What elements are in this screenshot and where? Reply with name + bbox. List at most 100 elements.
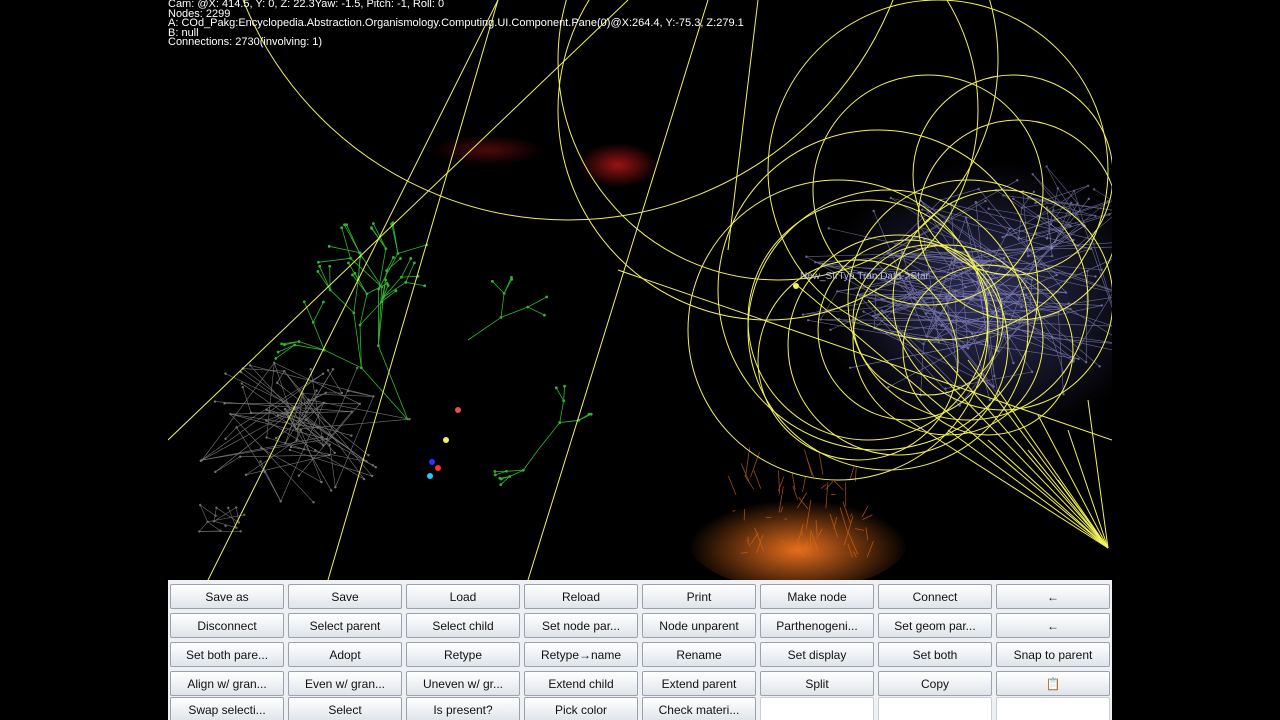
selected-node-marker [427, 473, 433, 479]
graph-node [409, 257, 413, 260]
toolbar-button-reload[interactable]: Reload [524, 584, 638, 609]
graph-scene[interactable] [168, 0, 1112, 580]
graph-node [1030, 370, 1034, 374]
graph-edge [346, 224, 360, 253]
toolbar-button-even-w-gran[interactable]: Even w/ gran... [288, 671, 402, 696]
toolbar-button-save-as[interactable]: Save as [170, 584, 284, 609]
graph-node [829, 328, 832, 331]
graph-node [219, 529, 222, 533]
graph-node [384, 278, 388, 282]
toolbar-button-set-both[interactable]: Set both [878, 642, 992, 667]
graph-node [1034, 201, 1037, 205]
toolbar-button-arrow[interactable]: ← [996, 584, 1110, 609]
toolbar-button-check-materi[interactable]: Check materi... [642, 697, 756, 720]
toolbar-button-snap-to-parent[interactable]: Snap to parent [996, 642, 1110, 667]
graph-edge [213, 507, 217, 522]
graph-node [276, 381, 279, 385]
graph-node [1094, 275, 1097, 278]
graph-node [1024, 293, 1028, 297]
toolbar-button-print[interactable]: Print [642, 584, 756, 609]
graph-node [326, 369, 330, 372]
graph-node [993, 374, 996, 378]
toolbar-button-disconnect[interactable]: Disconnect [170, 613, 284, 638]
graph-edge [745, 447, 751, 478]
graph-node [924, 312, 928, 315]
toolbar-button-set-node-par[interactable]: Set node par... [524, 613, 638, 638]
graph-node [334, 486, 337, 489]
toolbar-button-load[interactable]: Load [406, 584, 520, 609]
toolbar-button-parthenogeni[interactable]: Parthenogeni... [760, 613, 874, 638]
graph-node [1000, 297, 1004, 301]
graph-node [223, 402, 226, 405]
graph-node [921, 208, 924, 211]
toolbar-button-arrow[interactable]: 📋 [996, 671, 1110, 696]
graph-edge [527, 296, 547, 308]
graph-edge [559, 419, 579, 423]
graph-node [872, 209, 875, 213]
toolbar-button-save[interactable]: Save [288, 584, 402, 609]
graph-edge [802, 475, 807, 492]
graph-node [356, 366, 359, 370]
toolbar-button-pick-color[interactable]: Pick color [524, 697, 638, 720]
toolbar-button-adopt[interactable]: Adopt [288, 642, 402, 667]
red-cluster [433, 135, 543, 165]
toolbar-button-align-w-gran[interactable]: Align w/ gran... [170, 671, 284, 696]
graph-edge [359, 293, 368, 326]
graph-node [265, 408, 268, 411]
toolbar-button-connect[interactable]: Connect [878, 584, 992, 609]
graph-node [224, 372, 227, 375]
red-cluster [578, 143, 658, 187]
toolbar-button-rename[interactable]: Rename [642, 642, 756, 667]
graph-node [499, 477, 503, 481]
graph-node [347, 261, 350, 265]
toolbar-button-retype[interactable]: Retype [406, 642, 520, 667]
graph-node [371, 222, 375, 225]
toolbar-button-copy[interactable]: Copy [878, 671, 992, 696]
toolbar-button-extend-parent[interactable]: Extend parent [642, 671, 756, 696]
graph-edge [578, 413, 590, 421]
graph-node [1100, 304, 1103, 307]
graph-edge [352, 274, 368, 295]
graph-edge [199, 521, 208, 532]
app-window: Cam: @X: 414.5, Y: 0, Z: 22.3Yaw: -1.5, … [168, 0, 1112, 720]
toolbar-button-is-present[interactable]: Is present? [406, 697, 520, 720]
graph-node [1032, 190, 1036, 194]
toolbar-button-split[interactable]: Split [760, 671, 874, 696]
graph-node [358, 251, 362, 255]
toolbar-button-select-parent[interactable]: Select parent [288, 613, 402, 638]
graph-node [265, 436, 268, 439]
graph-node [274, 436, 278, 440]
graph-edge [312, 322, 325, 351]
graph-edge [294, 344, 325, 351]
graph-edge [825, 481, 834, 490]
toolbar-button-select-child[interactable]: Select child [406, 613, 520, 638]
graph-node [274, 357, 278, 360]
graph-node [984, 199, 987, 203]
toolbar-button-node-unparent[interactable]: Node unparent [642, 613, 756, 638]
toolbar-button-set-geom-par[interactable]: Set geom par... [878, 613, 992, 638]
graph-node [327, 244, 331, 248]
toolbar-button-select[interactable]: Select [288, 697, 402, 720]
graph-node [240, 382, 243, 385]
graph-node [1100, 268, 1103, 271]
toolbar-button-make-node[interactable]: Make node [760, 584, 874, 609]
graph-edge [784, 518, 787, 520]
graph-edge [298, 341, 325, 351]
graph-node [316, 426, 319, 429]
toolbar-button-uneven-w-gr[interactable]: Uneven w/ gr... [406, 671, 520, 696]
toolbar-button-retype-name[interactable]: Retype→name [524, 642, 638, 667]
toolbar-button-set-both-pare[interactable]: Set both pare... [170, 642, 284, 667]
graph-edge [324, 349, 362, 369]
toolbar-button-extend-child[interactable]: Extend child [524, 671, 638, 696]
graph-node [288, 448, 292, 452]
selected-node-marker [443, 437, 449, 443]
graph-edge [312, 301, 324, 323]
graph-edge [753, 470, 762, 489]
graph-edge [200, 392, 326, 462]
graph-3d-viewport[interactable]: Cam: @X: 414.5, Y: 0, Z: 22.3Yaw: -1.5, … [168, 0, 1112, 580]
graph-node [953, 273, 957, 277]
toolbar-button-arrow[interactable]: ← [996, 613, 1110, 638]
selection-ray [947, 429, 1109, 549]
toolbar-button-set-display[interactable]: Set display [760, 642, 874, 667]
toolbar-button-swap-selecti[interactable]: Swap selecti... [170, 697, 284, 720]
